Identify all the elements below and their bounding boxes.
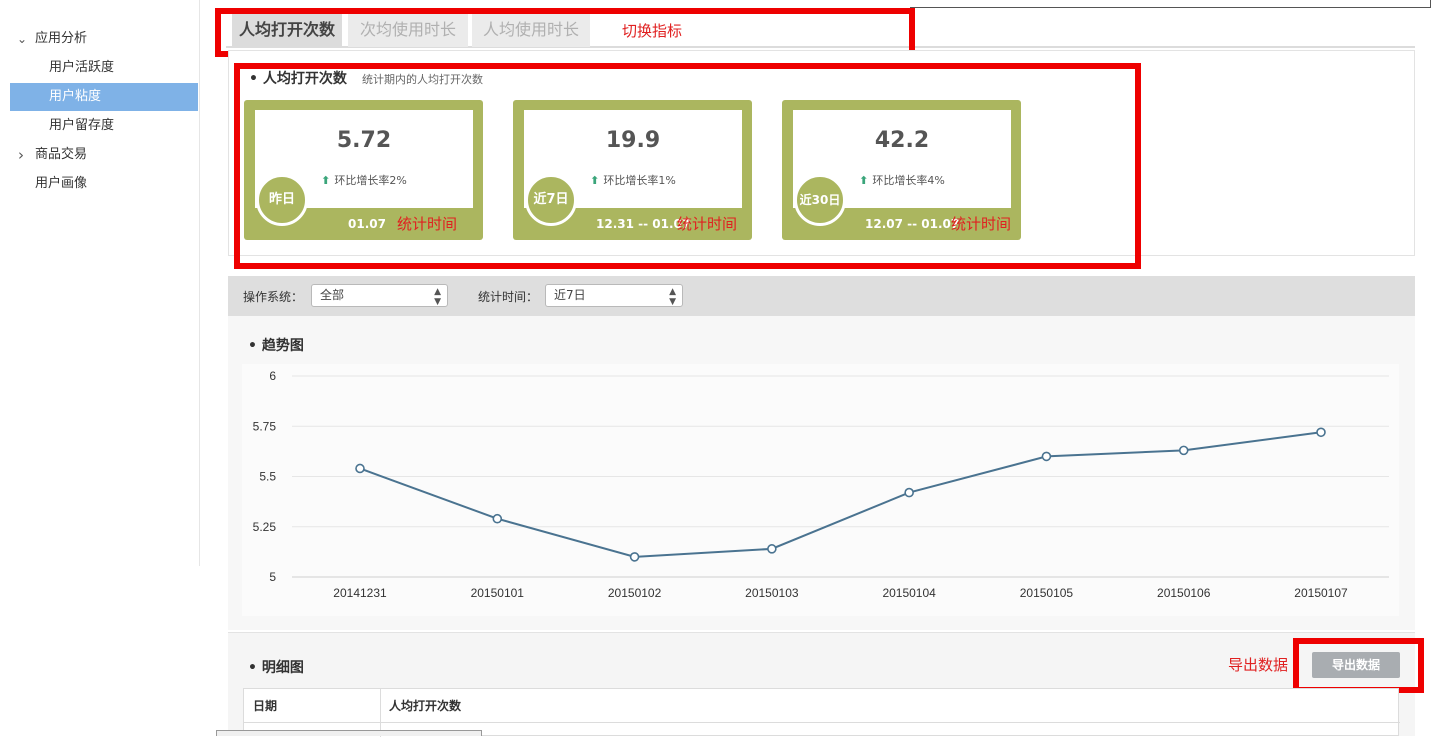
sidebar-item-user-stickiness[interactable]: 用户粘度: [10, 83, 198, 111]
sidebar-item-label: 应用分析: [35, 31, 88, 46]
x-tick-label: 20150106: [1157, 586, 1211, 600]
annotation-export-data: 导出数据: [1228, 656, 1289, 674]
sidebar-item-label: 用户留存度: [49, 118, 115, 133]
sidebar-item-label: 商品交易: [35, 147, 88, 162]
sidebar-item-label: 用户粘度: [49, 89, 102, 104]
y-tick-label: 5.5: [259, 470, 276, 484]
chevron-right-icon: ›: [18, 146, 24, 164]
annotation-switch-metric: 切换指标: [622, 22, 683, 40]
data-point: [1041, 451, 1052, 462]
x-tick-label: 20150105: [1020, 586, 1074, 600]
time-select[interactable]: 近7日 ▲ ▼: [545, 284, 683, 307]
sidebar-item-app-analysis[interactable]: ⌄ 应用分析: [10, 25, 198, 53]
sidebar-item-user-profile[interactable]: 用户画像: [10, 170, 198, 198]
floating-panel-edge: [216, 730, 482, 736]
trend-title-text: 趋势图: [261, 338, 304, 354]
sidebar-item-label: 用户活跃度: [49, 60, 115, 75]
data-point: [1178, 445, 1189, 456]
trend-chart: 6 5.75 5.5 5.25 5 20141231 20150101 20150102 201…: [242, 364, 1399, 616]
chevron-down-icon: ⌄: [17, 32, 28, 46]
y-tick-label: 6: [269, 369, 276, 383]
y-tick-label: 5: [269, 570, 276, 584]
data-point: [767, 544, 777, 554]
detail-table: 日期 人均打开次数: [243, 688, 1400, 737]
os-filter-label: 操作系统：: [243, 290, 304, 304]
annotation-box-cards: [234, 63, 1141, 269]
series-line: [359, 431, 1322, 558]
data-point: [629, 552, 640, 562]
time-filter-label: 统计时间：: [478, 290, 539, 304]
y-tick-label: 5.75: [253, 419, 277, 433]
x-tick-label: 20150107: [1294, 586, 1348, 600]
data-point: [904, 487, 914, 498]
sidebar-item-user-retention[interactable]: 用户留存度: [10, 112, 198, 140]
column-header-date: 日期: [253, 699, 278, 713]
sidebar: ⌄ 应用分析 用户活跃度 用户粘度 用户留存度 › 商品交易 用户画像: [0, 0, 200, 566]
annotation-box-export: [1293, 638, 1424, 693]
select-arrows-icon: ▲ ▼: [434, 287, 441, 307]
header-divider: [244, 722, 1400, 723]
column-header-avg-opens: 人均打开次数: [389, 699, 462, 713]
data-point: [355, 463, 365, 474]
time-select-value: 近7日: [554, 288, 586, 302]
os-select-value: 全部: [320, 288, 345, 302]
sidebar-item-transactions[interactable]: › 商品交易: [10, 141, 198, 169]
x-tick-label: 20150102: [608, 586, 662, 600]
window-edge: [910, 7, 1431, 8]
filter-bar: 操作系统： 全部 ▲ ▼ 统计时间： 近7日 ▲ ▼: [228, 276, 1415, 316]
x-tick-label: 20141231: [333, 586, 387, 600]
x-tick-label: 20150101: [471, 586, 525, 600]
sidebar-item-user-activity[interactable]: 用户活跃度: [10, 54, 198, 82]
x-tick-label: 20150103: [745, 586, 799, 600]
detail-title: • 明细图: [248, 660, 304, 676]
x-tick-label: 20150104: [882, 586, 936, 600]
y-tick-label: 5.25: [253, 520, 277, 534]
data-point: [492, 513, 503, 524]
select-arrows-icon: ▲ ▼: [669, 287, 676, 307]
detail-title-text: 明细图: [261, 660, 304, 676]
trend-chart-svg: 6 5.75 5.5 5.25 5 20141231 20150101 20150102 201…: [253, 369, 1389, 600]
data-point: [1316, 427, 1326, 438]
trend-title: • 趋势图: [248, 338, 304, 354]
sidebar-item-label: 用户画像: [35, 176, 88, 191]
os-select[interactable]: 全部 ▲ ▼: [311, 284, 448, 307]
